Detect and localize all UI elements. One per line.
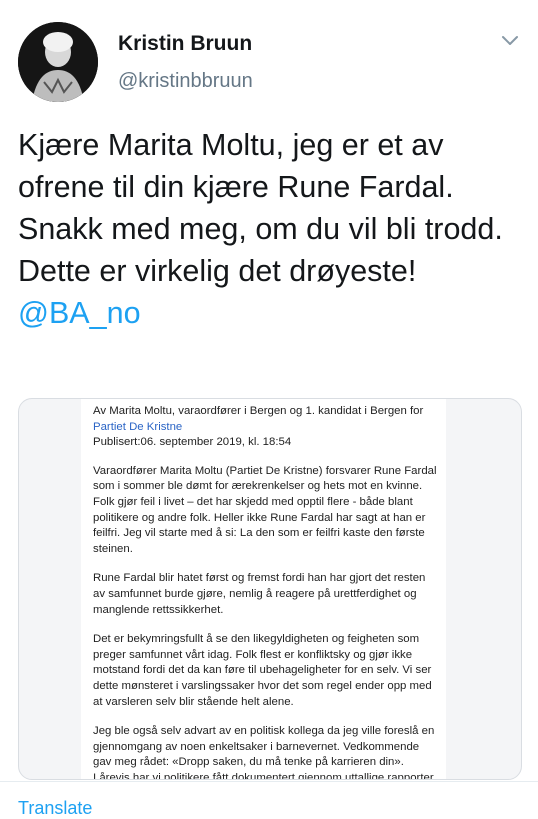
article-published: Publisert:06. september 2019, kl. 18:54 <box>93 436 292 449</box>
article-paragraph: Det er bekymringsfullt å se den likegyld… <box>93 633 432 708</box>
tweet-footer: Translate <box>0 781 538 818</box>
article-party-link: Partiet De Kristne <box>93 420 183 433</box>
mention-link[interactable]: @BA_no <box>18 292 518 334</box>
translate-link[interactable]: Translate <box>18 798 92 819</box>
article-paragraph: Jeg ble også selv advart av en politisk … <box>93 725 435 779</box>
article-screenshot: Av Marita Moltu, varaordfører i Bergen o… <box>81 399 446 779</box>
author-handle[interactable]: @kristinbbruun <box>118 70 253 93</box>
profile-photo-icon <box>18 22 98 102</box>
attached-image[interactable]: Av Marita Moltu, varaordfører i Bergen o… <box>18 398 522 780</box>
article-paragraph: Varaordfører Marita Moltu (Partiet De Kr… <box>93 464 437 555</box>
avatar[interactable] <box>18 22 98 102</box>
chevron-down-icon[interactable] <box>500 30 520 50</box>
tweet-header: Kristin Bruun @kristinbbruun <box>0 0 538 110</box>
article-paragraph: Rune Fardal blir hatet først og fremst f… <box>93 572 426 616</box>
tweet-text: Kjære Marita Moltu, jeg er et av ofrene … <box>18 124 518 334</box>
article-byline: Av Marita Moltu, varaordfører i Bergen o… <box>93 405 424 417</box>
tweet-body: Kjære Marita Moltu, jeg er et av ofrene … <box>18 128 503 288</box>
author-name[interactable]: Kristin Bruun <box>118 32 252 56</box>
